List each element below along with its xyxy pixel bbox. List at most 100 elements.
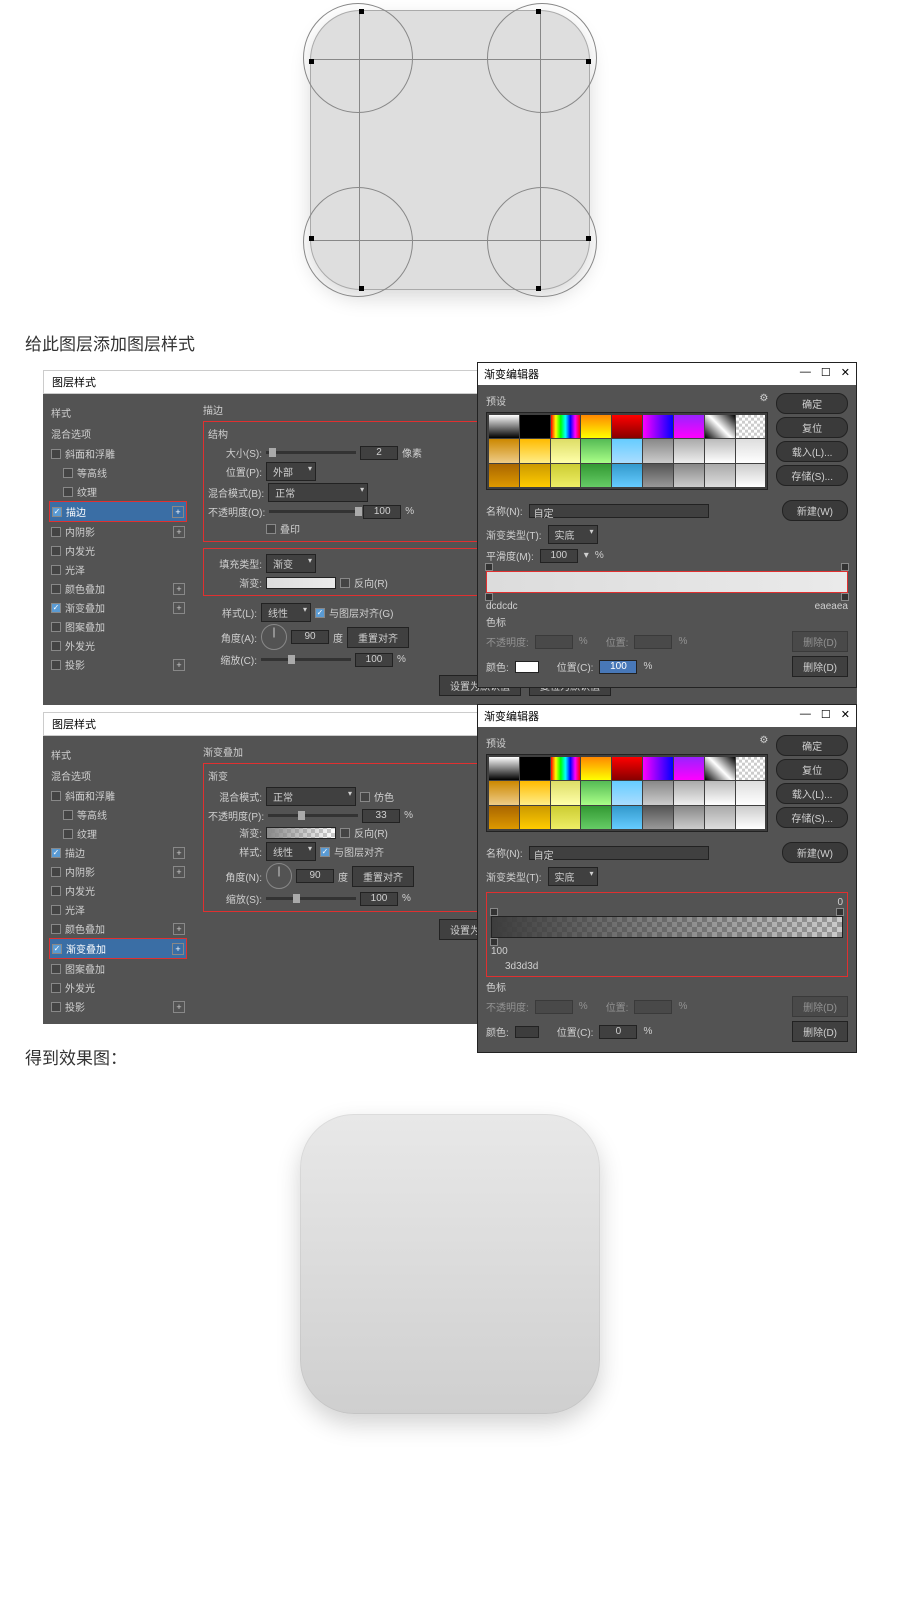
angle-dial[interactable]	[266, 863, 292, 889]
checkbox[interactable]	[51, 584, 61, 594]
add-icon[interactable]: +	[172, 943, 184, 955]
save-button[interactable]: 存储(S)...	[776, 807, 848, 828]
opacity-input[interactable]: 100	[363, 505, 401, 519]
new-button[interactable]: 新建(W)	[782, 500, 848, 521]
gear-icon[interactable]	[759, 735, 768, 750]
reset-align-button[interactable]: 重置对齐	[347, 627, 409, 648]
name-input[interactable]: 自定	[529, 504, 709, 518]
blend-dropdown[interactable]: 正常	[266, 787, 356, 806]
blend-dropdown[interactable]: 正常	[268, 483, 368, 502]
style-row-内发光[interactable]: 内发光	[49, 541, 187, 560]
style-row-图案叠加[interactable]: 图案叠加	[49, 959, 187, 978]
checkbox[interactable]	[52, 944, 62, 954]
align-checkbox[interactable]	[320, 847, 330, 857]
checkbox[interactable]	[51, 1002, 61, 1012]
blend-options[interactable]: 混合选项	[49, 423, 187, 444]
reset-align-button[interactable]: 重置对齐	[352, 866, 414, 887]
reverse-checkbox[interactable]	[340, 828, 350, 838]
opacity-slider[interactable]	[269, 510, 359, 513]
maximize-icon[interactable]: ☐	[821, 366, 831, 382]
preset-grid[interactable]	[486, 754, 768, 832]
style-row-斜面和浮雕[interactable]: 斜面和浮雕	[49, 786, 187, 805]
ok-button[interactable]: 确定	[776, 735, 848, 756]
checkbox[interactable]	[63, 487, 73, 497]
gradient-picker[interactable]	[266, 827, 336, 839]
gear-icon[interactable]	[759, 393, 768, 408]
style-dropdown[interactable]: 线性	[266, 842, 316, 861]
style-dropdown[interactable]: 线性	[261, 603, 311, 622]
gradient-bar[interactable]	[486, 571, 848, 593]
location-input[interactable]: 0	[599, 1025, 637, 1039]
position-dropdown[interactable]: 外部	[266, 462, 316, 481]
color-chip[interactable]	[515, 1026, 539, 1038]
color-stop[interactable]	[485, 593, 493, 601]
add-icon[interactable]: +	[173, 583, 185, 595]
close-icon[interactable]: ✕	[841, 366, 850, 382]
add-icon[interactable]: +	[173, 847, 185, 859]
checkbox[interactable]	[51, 527, 61, 537]
smooth-input[interactable]: 100	[540, 549, 578, 563]
checkbox[interactable]	[51, 905, 61, 915]
filltype-dropdown[interactable]: 渐变	[266, 554, 316, 573]
scale-input[interactable]: 100	[355, 653, 393, 667]
checkbox[interactable]	[51, 641, 61, 651]
delete-button[interactable]: 删除(D)	[792, 656, 848, 677]
style-row-颜色叠加[interactable]: 颜色叠加+	[49, 919, 187, 938]
color-chip[interactable]	[515, 661, 539, 673]
style-row-渐变叠加[interactable]: 渐变叠加+	[49, 598, 187, 617]
style-row-内发光[interactable]: 内发光	[49, 881, 187, 900]
checkbox[interactable]	[51, 565, 61, 575]
gradient-picker[interactable]	[266, 577, 336, 589]
checkbox[interactable]	[51, 546, 61, 556]
checkbox[interactable]	[51, 622, 61, 632]
style-row-渐变叠加[interactable]: 渐变叠加+	[49, 938, 187, 959]
checkbox[interactable]	[51, 603, 61, 613]
style-row-等高线[interactable]: 等高线	[49, 805, 187, 824]
style-row-纹理[interactable]: 纹理	[49, 482, 187, 501]
style-row-内阴影[interactable]: 内阴影+	[49, 522, 187, 541]
add-icon[interactable]: +	[172, 506, 184, 518]
save-button[interactable]: 存储(S)...	[776, 465, 848, 486]
size-input[interactable]: 2	[360, 446, 398, 460]
style-row-内阴影[interactable]: 内阴影+	[49, 862, 187, 881]
color-stop[interactable]	[841, 593, 849, 601]
reverse-checkbox[interactable]	[340, 578, 350, 588]
new-button[interactable]: 新建(W)	[782, 842, 848, 863]
size-slider[interactable]	[266, 451, 356, 454]
style-row-斜面和浮雕[interactable]: 斜面和浮雕	[49, 444, 187, 463]
scale-slider[interactable]	[266, 897, 356, 900]
style-row-纹理[interactable]: 纹理	[49, 824, 187, 843]
opacity-stop[interactable]	[836, 908, 844, 916]
checkbox[interactable]	[63, 829, 73, 839]
checkbox[interactable]	[51, 924, 61, 934]
checkbox[interactable]	[63, 468, 73, 478]
load-button[interactable]: 载入(L)...	[776, 783, 848, 804]
ok-button[interactable]: 确定	[776, 393, 848, 414]
color-stop[interactable]	[490, 938, 498, 946]
style-row-外发光[interactable]: 外发光	[49, 978, 187, 997]
type-dropdown[interactable]: 实底	[548, 867, 598, 886]
angle-input[interactable]: 90	[296, 869, 334, 883]
angle-dial[interactable]	[261, 624, 287, 650]
style-row-投影[interactable]: 投影+	[49, 655, 187, 674]
minimize-icon[interactable]: —	[800, 366, 811, 382]
cancel-button[interactable]: 复位	[776, 417, 848, 438]
checkbox[interactable]	[51, 964, 61, 974]
checkbox[interactable]	[51, 886, 61, 896]
type-dropdown[interactable]: 实底	[548, 525, 598, 544]
opacity-slider[interactable]	[268, 814, 358, 817]
checkbox[interactable]	[51, 660, 61, 670]
location-input[interactable]: 100	[599, 660, 637, 674]
opacity-input[interactable]: 33	[362, 809, 400, 823]
dither-checkbox[interactable]	[360, 792, 370, 802]
style-row-描边[interactable]: 描边+	[49, 843, 187, 862]
style-row-颜色叠加[interactable]: 颜色叠加+	[49, 579, 187, 598]
cancel-button[interactable]: 复位	[776, 759, 848, 780]
checkbox[interactable]	[51, 867, 61, 877]
opacity-stop[interactable]	[841, 563, 849, 571]
checkbox[interactable]	[51, 791, 61, 801]
load-button[interactable]: 载入(L)...	[776, 441, 848, 462]
style-row-投影[interactable]: 投影+	[49, 997, 187, 1016]
add-icon[interactable]: +	[173, 659, 185, 671]
style-row-外发光[interactable]: 外发光	[49, 636, 187, 655]
